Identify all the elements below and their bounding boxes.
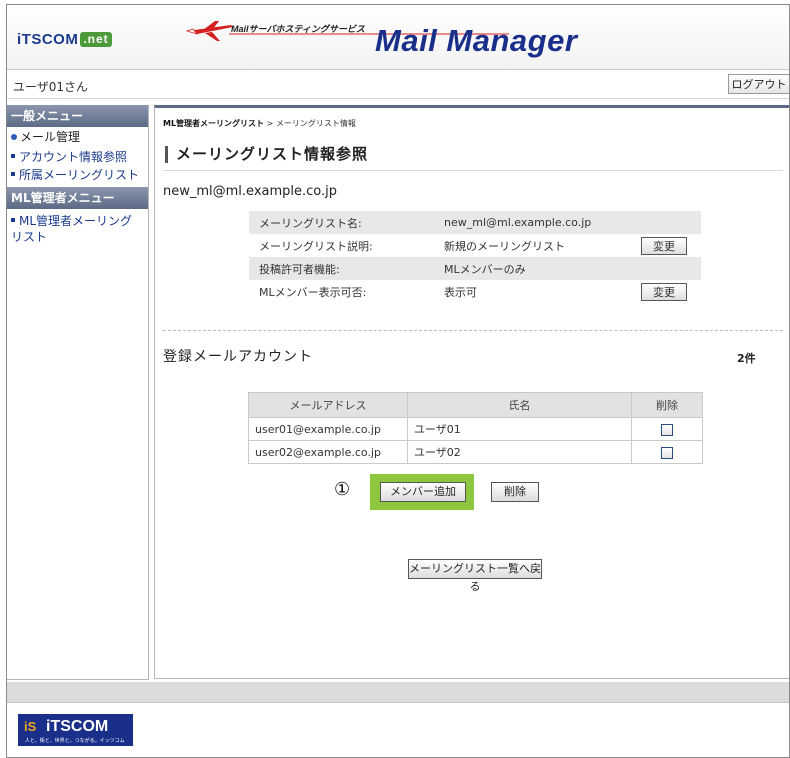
delete-checkbox[interactable] — [661, 423, 673, 436]
sidebar-item-mail-management[interactable]: メール管理 — [7, 127, 148, 148]
footer-band — [7, 682, 789, 702]
step-marker: ① — [334, 479, 351, 500]
square-bullet-icon — [11, 154, 15, 158]
accounts-table: メールアドレス 氏名 削除 user01@example.co.jp ユーザ01… — [248, 392, 703, 464]
square-bullet-icon — [11, 218, 15, 222]
itscom-footer-logo: iS iTSCOM 人と、街と、世界と。つながる。イッツコム — [18, 714, 133, 746]
sidebar-item-account-info[interactable]: アカウント情報参照 — [7, 148, 148, 166]
logout-button[interactable]: ログアウト — [728, 74, 789, 94]
column-header-email: メールアドレス — [248, 392, 408, 418]
header: iTSCOM .net Mailサーバホスティングサービス Mail Manage… — [7, 5, 789, 70]
back-to-list-button[interactable]: メーリングリスト一覧へ戻る — [408, 559, 542, 593]
breadcrumb: ML管理者メーリングリスト > メーリングリスト情報 — [163, 119, 356, 128]
sidebar-item-admin-lists[interactable]: ML管理者メーリングリスト — [7, 209, 148, 246]
airplane-logo-icon — [185, 21, 233, 41]
section-divider — [163, 330, 783, 331]
add-member-button[interactable]: メンバー追加 — [380, 482, 466, 502]
product-name: Mail Manager — [375, 23, 578, 58]
delete-checkbox[interactable] — [661, 446, 673, 459]
edit-visibility-button[interactable]: 変更 — [641, 282, 687, 301]
breadcrumb-parent-link[interactable]: ML管理者メーリングリスト — [163, 119, 264, 128]
footer: iS iTSCOM 人と、街と、世界と。つながる。イッツコム — [7, 702, 789, 757]
info-row: MLメンバー表示可否: 表示可 変更 — [249, 280, 701, 303]
sidebar: 一般メニュー メール管理 アカウント情報参照 所属メーリングリスト ML管理者メ… — [7, 105, 149, 680]
sidebar-item-member-lists[interactable]: 所属メーリングリスト — [7, 166, 148, 184]
table-row: user01@example.co.jp ユーザ01 — [248, 417, 703, 441]
square-bullet-icon — [11, 172, 15, 176]
info-row: 投稿許可者機能: MLメンバーのみ — [249, 257, 701, 280]
main-content: ML管理者メーリングリスト > メーリングリスト情報 メーリングリスト情報参照 … — [154, 105, 789, 679]
general-menu-header: 一般メニュー — [7, 105, 148, 127]
table-header-row: メールアドレス 氏名 削除 — [248, 392, 703, 418]
user-name: ユーザ01さん — [13, 80, 89, 94]
accounts-section-title: 登録メールアカウント — [163, 349, 313, 365]
ml-info-table: メーリングリスト名: new_ml@ml.example.co.jp メーリング… — [249, 211, 701, 303]
user-bar: ユーザ01さん ログアウト — [7, 72, 789, 99]
itscom-logo: iTSCOM .net — [17, 31, 112, 48]
table-row: user02@example.co.jp ユーザ02 — [248, 440, 703, 464]
bullet-icon — [11, 134, 17, 140]
info-row: メーリングリスト説明: 新規のメーリングリスト 変更 — [249, 234, 701, 257]
accounts-count: 2件 — [737, 352, 756, 365]
info-row: メーリングリスト名: new_ml@ml.example.co.jp — [249, 211, 701, 234]
column-header-name: 氏名 — [407, 392, 632, 418]
app-window: iTSCOM .net Mailサーバホスティングサービス Mail Manage… — [6, 4, 790, 758]
ml-address: new_ml@ml.example.co.jp — [163, 184, 338, 199]
page-title: メーリングリスト情報参照 — [165, 146, 368, 163]
delete-button[interactable]: 削除 — [491, 482, 539, 502]
breadcrumb-current: メーリングリスト情報 — [275, 119, 356, 128]
divider — [163, 170, 783, 171]
admin-menu-header: ML管理者メニュー — [7, 187, 148, 209]
column-header-delete: 削除 — [631, 392, 703, 418]
edit-description-button[interactable]: 変更 — [641, 236, 687, 255]
